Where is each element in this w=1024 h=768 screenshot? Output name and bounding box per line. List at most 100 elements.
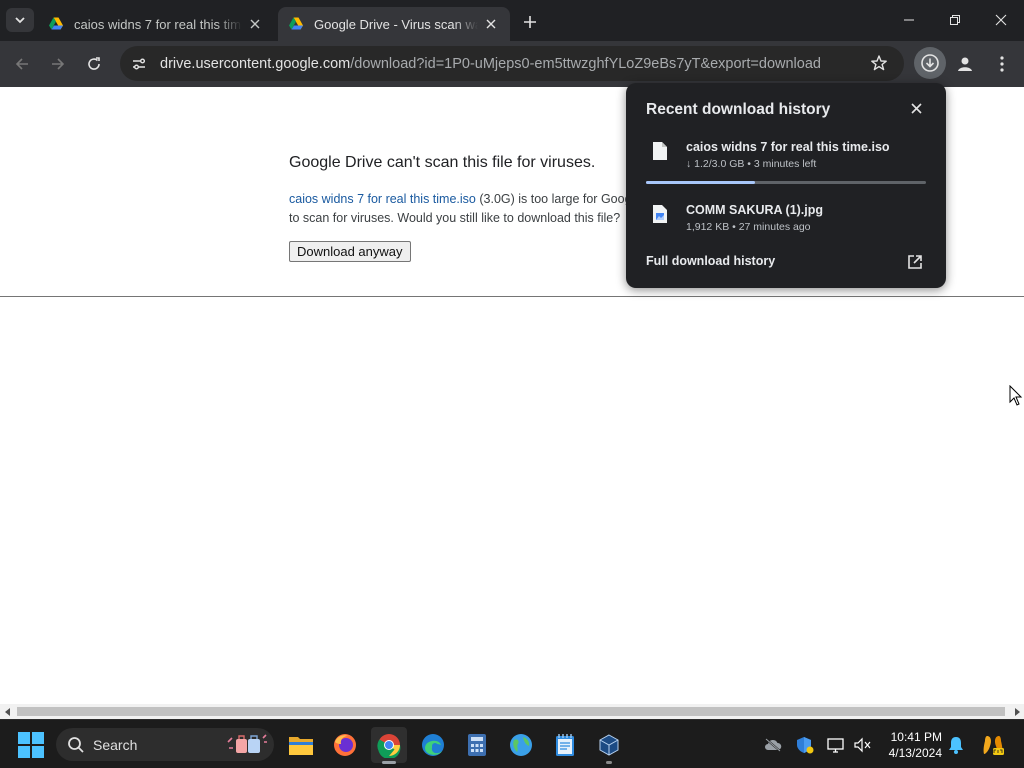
browser-menu-button[interactable] bbox=[988, 50, 1016, 78]
star-icon bbox=[871, 55, 887, 71]
url-text: drive.usercontent.google.com/download?id… bbox=[160, 56, 821, 72]
shield-warning-icon bbox=[797, 737, 814, 754]
mouse-cursor-icon bbox=[1009, 385, 1023, 406]
minimize-icon bbox=[904, 19, 914, 21]
page-title: Google Drive can't scan this file for vi… bbox=[289, 154, 596, 171]
forward-arrow-icon bbox=[52, 58, 65, 70]
bell-icon bbox=[949, 737, 963, 754]
active-app-indicator bbox=[382, 761, 396, 764]
tab-title: caios widns 7 for real this time.iso bbox=[74, 16, 242, 32]
tab-iso-download[interactable]: caios widns 7 for real this time.iso bbox=[38, 7, 274, 41]
scrollbar-thumb[interactable] bbox=[17, 707, 1005, 716]
site-info-button[interactable] bbox=[124, 49, 154, 79]
new-tab-button[interactable] bbox=[518, 10, 542, 34]
restore-button[interactable] bbox=[940, 6, 970, 34]
close-icon bbox=[250, 19, 260, 29]
tab-title: Google Drive - Virus scan warning bbox=[314, 16, 478, 32]
download-item[interactable]: caios widns 7 for real this time.iso ↓ 1… bbox=[646, 140, 928, 170]
horizontal-scrollbar[interactable] bbox=[0, 704, 1024, 719]
tab-strip: caios widns 7 for real this time.iso Goo… bbox=[0, 0, 1024, 41]
tab-close-button[interactable] bbox=[246, 15, 264, 33]
scan-message: caios widns 7 for real this time.iso (3.… bbox=[289, 190, 649, 228]
windows-start-icon[interactable] bbox=[18, 732, 44, 758]
download-file-name: caios widns 7 for real this time.iso bbox=[686, 140, 890, 154]
bookmark-button[interactable] bbox=[868, 52, 890, 74]
bubble-title: Recent download history bbox=[646, 101, 831, 118]
taskbar-firefox[interactable] bbox=[327, 727, 363, 763]
tab-close-button[interactable] bbox=[482, 15, 500, 33]
more-vert-icon bbox=[1000, 56, 1004, 72]
taskbar-search[interactable]: Search bbox=[56, 728, 274, 761]
tray-onedrive[interactable] bbox=[763, 735, 783, 755]
tray-display[interactable] bbox=[826, 735, 846, 755]
running-app-indicator bbox=[606, 761, 612, 764]
profile-icon bbox=[958, 57, 972, 71]
taskbar-globe-app[interactable] bbox=[503, 727, 539, 763]
address-bar[interactable]: drive.usercontent.google.com/download?id… bbox=[120, 46, 904, 81]
search-highlight-icon bbox=[227, 734, 267, 753]
download-status: 1,912 KB • 27 minutes ago bbox=[686, 221, 811, 233]
close-icon bbox=[486, 19, 496, 29]
taskbar: Search 10:41 PM 4/13/2024 bbox=[0, 719, 1024, 768]
taskbar-clock[interactable]: 10:41 PM 4/13/2024 bbox=[872, 729, 942, 761]
tab-virus-scan-warning[interactable]: Google Drive - Virus scan warning bbox=[278, 7, 510, 41]
close-window-button[interactable] bbox=[986, 6, 1016, 34]
url-path: /download?id=1P0-uMjeps0-em5ttwzghfYLoZ9… bbox=[350, 55, 821, 72]
search-label: Search bbox=[93, 736, 138, 753]
volume-muted-icon bbox=[854, 737, 871, 753]
divider bbox=[0, 296, 1024, 297]
taskbar-chrome[interactable] bbox=[371, 727, 407, 764]
right-arrow-icon bbox=[1014, 707, 1020, 716]
tray-volume[interactable] bbox=[852, 735, 872, 755]
download-progress-bar bbox=[646, 181, 926, 184]
bubble-close-button[interactable] bbox=[905, 97, 927, 119]
scroll-left-button[interactable] bbox=[0, 704, 15, 719]
taskbar-calculator[interactable] bbox=[459, 727, 495, 763]
url-host: drive.usercontent.google.com bbox=[160, 55, 351, 72]
download-status: ↓ 1.2/3.0 GB • 3 minutes left bbox=[686, 158, 817, 170]
notepad-icon bbox=[556, 734, 574, 756]
copilot-icon bbox=[983, 736, 1004, 755]
google-drive-icon bbox=[289, 17, 303, 30]
calculator-icon bbox=[468, 734, 486, 756]
restore-icon bbox=[950, 15, 960, 25]
downloads-button[interactable] bbox=[914, 47, 946, 79]
google-drive-icon bbox=[49, 17, 63, 30]
tray-copilot[interactable] bbox=[980, 732, 1006, 758]
image-file-icon bbox=[653, 205, 667, 223]
forward-button[interactable] bbox=[44, 50, 72, 78]
taskbar-edge[interactable] bbox=[415, 727, 451, 763]
minimize-button[interactable] bbox=[894, 6, 924, 34]
monitor-icon bbox=[827, 738, 844, 753]
chrome-icon bbox=[377, 734, 401, 758]
file-icon bbox=[653, 142, 667, 160]
download-item[interactable]: COMM SAKURA (1).jpg 1,912 KB • 27 minute… bbox=[646, 203, 928, 233]
reload-icon bbox=[88, 57, 100, 70]
chevron-down-icon bbox=[15, 17, 25, 24]
tune-icon bbox=[133, 58, 145, 69]
download-history-bubble: Recent download history caios widns 7 fo… bbox=[626, 83, 946, 288]
profile-button[interactable] bbox=[951, 50, 979, 78]
tray-notifications[interactable] bbox=[946, 735, 966, 755]
download-progress-fill bbox=[646, 181, 756, 184]
left-arrow-icon bbox=[4, 707, 10, 716]
taskbar-virtualbox[interactable] bbox=[591, 727, 627, 764]
open-history-button[interactable] bbox=[905, 252, 925, 272]
firefox-icon bbox=[334, 734, 356, 756]
taskbar-notepad[interactable] bbox=[547, 727, 583, 763]
back-button[interactable] bbox=[8, 50, 36, 78]
edge-icon bbox=[422, 734, 444, 756]
taskbar-file-explorer[interactable] bbox=[283, 727, 319, 763]
tray-security[interactable] bbox=[795, 735, 815, 755]
download-anyway-button[interactable]: Download anyway bbox=[289, 241, 411, 262]
full-download-history-link[interactable]: Full download history bbox=[646, 254, 775, 268]
reload-button[interactable] bbox=[80, 50, 108, 78]
plus-icon bbox=[524, 16, 536, 28]
scroll-right-button[interactable] bbox=[1009, 704, 1024, 719]
file-explorer-icon bbox=[289, 737, 313, 755]
browser-toolbar: drive.usercontent.google.com/download?id… bbox=[0, 41, 1024, 87]
tab-search-button[interactable] bbox=[6, 8, 34, 32]
globe-app-icon bbox=[510, 734, 532, 756]
file-name-link[interactable]: caios widns 7 for real this time.iso bbox=[289, 192, 476, 206]
clock-date: 4/13/2024 bbox=[888, 746, 942, 760]
